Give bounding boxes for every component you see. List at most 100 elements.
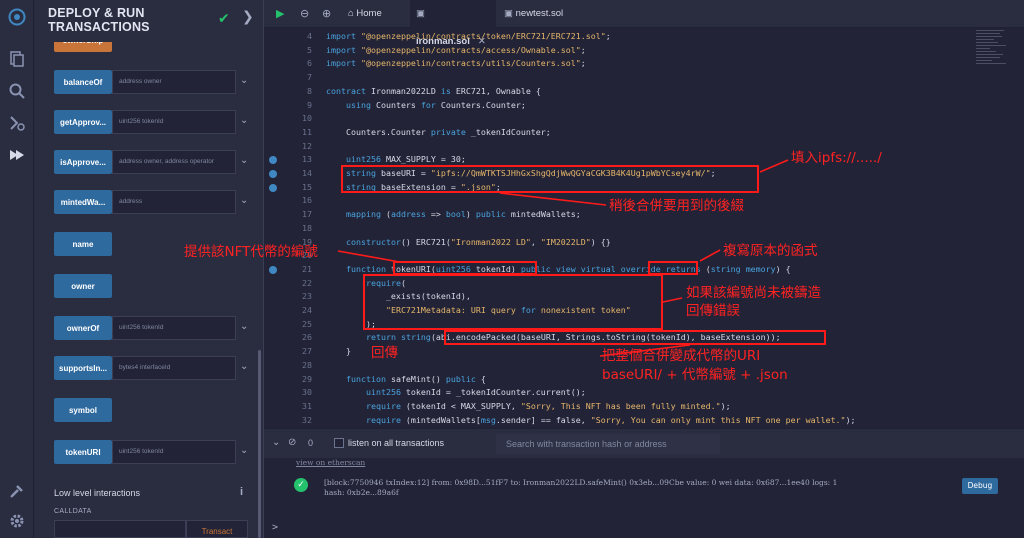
annotation-not-minted-2: 回傳錯誤 [686,303,740,319]
solidity-compiler-icon[interactable] [8,114,26,132]
annotation-box-override [648,261,698,275]
terminal-search-input[interactable]: Search with transaction hash or address [496,434,720,454]
code-line[interactable]: 10 [264,112,1024,126]
breakpoint-marker-icon[interactable] [269,183,277,192]
function-call-button[interactable]: supportsIn... [54,356,112,380]
function-args-input[interactable]: address owner [112,70,236,94]
breakpoint-marker-icon[interactable] [269,265,277,274]
terminal-prompt[interactable]: > [272,522,278,533]
line-number: 5 [307,44,312,55]
function-args-input[interactable]: bytes4 interfaceId [112,356,236,380]
function-call-button[interactable]: name [54,232,112,256]
line-text: contract Ironman2022LD is ERC721, Ownabl… [326,85,541,96]
code-line[interactable]: 32 require (mintedWallets[msg.sender] ==… [264,414,1024,428]
deploy-run-icon[interactable] [8,146,26,164]
line-number: 10 [302,113,312,124]
code-line[interactable]: 19 constructor() ERC721("Ironman2022 LD"… [264,236,1024,250]
annotation-combine-later: 稍後合併要用到的後綴 [609,198,744,214]
function-args-input[interactable]: uint256 tokenId [112,110,236,134]
tab-newtest-sol[interactable]: ▣ newtest.sol [498,0,578,28]
line-number: 16 [302,195,312,206]
function-call-button[interactable]: symbol [54,398,112,422]
calldata-input[interactable] [54,520,186,538]
code-line[interactable]: 7 [264,71,1024,85]
chevron-down-icon[interactable]: ⌄ [240,361,248,372]
zoom-out-icon[interactable]: ⊖ [300,7,309,20]
deploy-run-panel: ownerShip DEPLOY & RUN TRANSACTIONS ✔ ❯ … [34,0,264,538]
view-on-etherscan-link[interactable]: view on etherscan [296,458,365,467]
tx-hash-line[interactable]: hash: 0xb2e...89a6f [324,488,399,497]
chevron-down-icon[interactable]: ⌄ [240,321,248,332]
tab-newtest-label: newtest.sol [515,8,564,19]
chevron-down-icon[interactable]: ⌄ [272,437,280,448]
code-line[interactable]: 8 contract Ironman2022LD is ERC721, Ownab… [264,85,1024,99]
clear-terminal-icon[interactable]: ⊘ [288,437,296,448]
tx-success-icon: ✓ [294,478,308,492]
code-line[interactable]: 11 Counters.Counter private _tokenIdCoun… [264,126,1024,140]
function-call-button[interactable]: isApprove... [54,150,112,174]
code-line[interactable]: 6 import "@openzeppelin/contracts/utils/C… [264,57,1024,71]
editor-tab-bar: ▶ ⊖ ⊕ ⌂ Home ▣ ironman.sol ✕ ▣ newtest.so… [264,0,1024,47]
function-call-button[interactable]: tokenURI [54,440,112,464]
line-text: function safeMint() public { [345,373,486,384]
function-call-button[interactable]: owner [54,274,112,298]
breakpoint-marker-icon[interactable] [269,170,277,178]
annotation-box-baseuri [341,165,759,193]
line-number: 25 [302,318,312,329]
function-args-input[interactable]: address owner, address operator [112,150,236,174]
code-line[interactable]: 9 using Counters for Counters.Counter; [264,99,1024,113]
line-text: uint256 tokenId = _tokenIdCounter.curren… [365,387,586,398]
plugin-manager-icon[interactable] [8,482,26,500]
code-minimap[interactable] [976,30,1010,90]
run-script-icon[interactable]: ▶ [276,7,284,20]
chevron-down-icon[interactable]: ⌄ [240,75,248,86]
chevron-right-icon[interactable]: ❯ [242,8,254,25]
function-row: symbol [54,398,254,422]
annotation-not-minted-1: 如果該編號尚未被鑄造 [686,285,821,301]
tx-log-line[interactable]: [block:7750946 txIndex:12] from: 0x98D..… [324,478,837,487]
settings-gear-icon[interactable] [8,512,26,530]
function-call-button[interactable]: getApprov... [54,110,112,134]
file-icon: ▣ [504,8,513,19]
function-row: ownerOf uint256 tokenId ⌄ [54,316,254,340]
panel-scrollbar[interactable] [258,350,261,538]
chevron-down-icon[interactable]: ⌄ [240,195,248,206]
line-text: import "@openzeppelin/contracts/utils/Co… [326,58,586,69]
line-number: 21 [302,263,312,274]
chevron-down-icon[interactable]: ⌄ [240,155,248,166]
code-line[interactable]: 5 import "@openzeppelin/contracts/access/… [264,44,1024,58]
panel-title: DEPLOY & RUN TRANSACTIONS [48,6,208,34]
function-args-input[interactable]: uint256 tokenId [112,440,236,464]
chevron-down-icon[interactable]: ⌄ [240,115,248,126]
function-args-input[interactable]: address [112,190,236,214]
code-line[interactable]: 18 [264,222,1024,236]
transact-button[interactable]: Transact [186,520,248,538]
code-line[interactable]: 31 require (tokenId < MAX_SUPPLY, "Sorry… [264,400,1024,414]
line-text: Counters.Counter private _tokenIdCounter… [326,126,551,137]
file-explorer-icon[interactable] [8,50,26,68]
breakpoint-marker-icon[interactable] [269,156,277,165]
function-call-button[interactable]: mintedWa... [54,190,112,214]
tab-home[interactable]: ⌂ Home [342,0,406,28]
tab-ironman-sol[interactable]: ▣ ironman.sol ✕ [410,0,496,47]
remix-logo-icon[interactable] [8,8,26,26]
annotation-box-require [363,274,663,330]
function-call-button[interactable]: balanceOf [54,70,112,94]
line-number: 23 [302,291,312,302]
panel-header: DEPLOY & RUN TRANSACTIONS ✔ ❯ [34,0,263,42]
code-line[interactable]: 12 [264,140,1024,154]
line-number: 4 [307,31,312,41]
search-icon[interactable] [8,82,26,100]
line-number: 12 [302,140,312,151]
debug-button[interactable]: Debug [962,478,998,494]
code-line[interactable]: 30 uint256 tokenId = _tokenIdCounter.cur… [264,386,1024,400]
info-icon[interactable]: i [240,486,243,498]
code-line[interactable]: 4 import "@openzeppelin/contracts/token/E… [264,30,1024,44]
chevron-down-icon[interactable]: ⌄ [240,445,248,456]
listen-checkbox[interactable] [334,438,344,448]
code-line[interactable]: 20 [264,249,1024,263]
function-row: getApprov... uint256 tokenId ⌄ [54,110,254,134]
zoom-in-icon[interactable]: ⊕ [322,7,331,20]
function-call-button[interactable]: ownerOf [54,316,112,340]
function-args-input[interactable]: uint256 tokenId [112,316,236,340]
